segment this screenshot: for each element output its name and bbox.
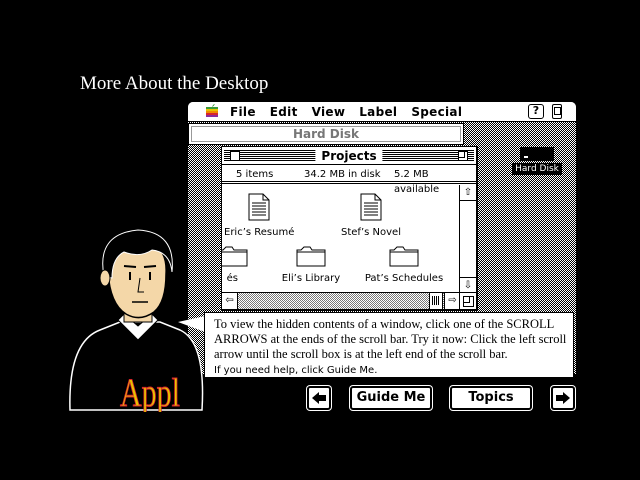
close-box[interactable]	[230, 151, 240, 161]
shirt-logo-text: Appl	[120, 370, 180, 412]
file-label: és	[226, 273, 238, 284]
balloon-help-icon[interactable]: ?	[528, 104, 544, 119]
projects-window: Projects 5 items 34.2 MB in disk 5.2 MB …	[221, 146, 477, 310]
scroll-left-arrow-icon[interactable]: ⇦	[222, 293, 238, 309]
instruction-text: To view the hidden contents of a window,…	[214, 317, 567, 361]
folder-icon	[389, 246, 419, 267]
disk-used: 34.2 MB in disk	[304, 169, 381, 180]
right-arrow-icon	[556, 392, 570, 404]
topics-button[interactable]: Topics	[450, 386, 532, 410]
folder-icon	[222, 246, 248, 267]
folder-icon	[296, 246, 326, 267]
hard-disk-desktop-icon[interactable]: Hard Disk	[512, 147, 562, 177]
hard-disk-window-title: Hard Disk	[191, 126, 461, 142]
help-hint: If you need help, click Guide Me.	[214, 365, 378, 376]
file-partial-folder[interactable]: és	[222, 245, 248, 284]
application-menu-icon[interactable]	[552, 104, 562, 119]
menu-bar: File Edit View Label Special ?	[188, 102, 576, 122]
file-label: Eli’s Library	[281, 273, 341, 284]
guide-me-button[interactable]: Guide Me	[350, 386, 432, 410]
hard-disk-icon-label: Hard Disk	[512, 163, 562, 175]
previous-button[interactable]	[307, 386, 331, 410]
folder-pats-schedules[interactable]: Pat’s Schedules	[362, 245, 446, 284]
window-content: Eric’s Resumé Stef’s Novel és Eli’s Libr…	[222, 185, 460, 293]
menu-edit[interactable]: Edit	[270, 105, 298, 119]
left-arrow-icon	[312, 392, 326, 404]
horizontal-scroll-bar[interactable]: ⇦ ⇨	[222, 292, 460, 309]
menu-view[interactable]: View	[312, 105, 346, 119]
projects-title-bar[interactable]: Projects	[222, 147, 476, 165]
scroll-up-arrow-icon[interactable]: ⇧	[460, 185, 476, 201]
size-box-icon[interactable]	[459, 292, 476, 309]
scroll-box[interactable]	[429, 293, 443, 309]
document-icon	[360, 193, 382, 221]
window-info-bar: 5 items 34.2 MB in disk 5.2 MB available	[222, 166, 476, 195]
hard-disk-window[interactable]: Hard Disk	[188, 123, 464, 145]
page-title: More About the Desktop	[80, 73, 269, 94]
file-label: Pat’s Schedules	[364, 273, 444, 284]
hard-disk-icon	[520, 147, 554, 161]
next-button[interactable]	[551, 386, 575, 410]
document-icon	[248, 193, 270, 221]
projects-window-title: Projects	[315, 149, 383, 163]
file-label: Stef’s Novel	[341, 227, 401, 238]
file-label: Eric’s Resumé	[224, 227, 295, 238]
menu-file[interactable]: File	[230, 105, 256, 119]
file-stefs-novel[interactable]: Stef’s Novel	[336, 193, 406, 238]
instruction-box: To view the hidden contents of a window,…	[204, 312, 574, 378]
item-count: 5 items	[236, 169, 274, 180]
file-erics-resume[interactable]: Eric’s Resumé	[224, 193, 294, 238]
scroll-down-arrow-icon[interactable]: ⇩	[460, 277, 476, 293]
speech-bubble-tail	[178, 316, 205, 332]
menu-right-icons: ?	[528, 104, 562, 119]
zoom-box[interactable]	[458, 151, 468, 161]
folder-elis-library[interactable]: Eli’s Library	[276, 245, 346, 284]
scroll-right-arrow-icon[interactable]: ⇨	[444, 293, 460, 309]
vertical-scroll-bar[interactable]: ⇧ ⇩	[459, 185, 476, 293]
menu-special[interactable]: Special	[411, 105, 462, 119]
menu-label[interactable]: Label	[359, 105, 397, 119]
apple-menu-icon[interactable]	[205, 103, 219, 118]
